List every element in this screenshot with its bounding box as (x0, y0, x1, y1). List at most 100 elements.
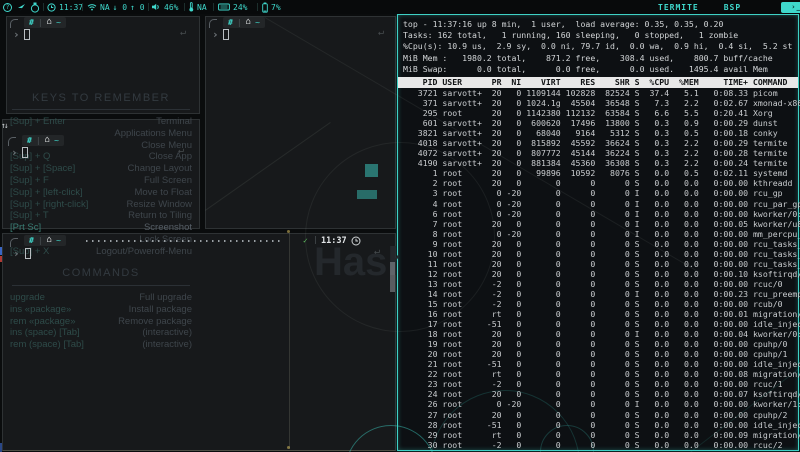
commands-cheatsheet: COMMANDS upgradeFull upgradeins «package… (10, 267, 192, 351)
cheatsheet-row: rem (space) [Tab](interactive) (10, 339, 192, 351)
process-row: 8 root 0 -20 0 0 0 I 0.0 0.0 0:00.00 mm_… (403, 229, 800, 239)
volume-segment: 46% (152, 0, 178, 14)
speaker-icon (152, 3, 161, 11)
prompt-corner (10, 238, 18, 247)
battery-icon (262, 2, 268, 13)
process-row: 2 root 20 0 0 0 0 S 0.0 0.0 0:00.00 kthr… (403, 178, 800, 188)
network-label: NA (100, 3, 110, 12)
prompt-fill-line (86, 240, 283, 242)
keyboard-icon (218, 3, 230, 11)
top-summary-line: top - 11:37:16 up 8 min, 1 user, load av… (403, 19, 792, 30)
prompt-arrow: › (13, 248, 20, 259)
top-summary-line: Tasks: 162 total, 1 running, 160 sleepin… (403, 30, 792, 41)
clock-value: 11:37 (59, 3, 83, 12)
battery-segment: 7% (262, 0, 281, 14)
process-row: 28 root -51 0 0 0 0 S 0.0 0.0 0:00.00 id… (403, 420, 800, 430)
wallpaper-mark (0, 443, 2, 452)
process-row: 19 root 20 0 0 0 0 S 0.0 0.0 0:00.00 cpu… (403, 339, 800, 349)
workspaces: TERMITE BSP (636, 0, 741, 14)
wallpaper-dot (287, 230, 290, 233)
process-row: 4 root 0 -20 0 0 0 I 0.0 0.0 0:00.00 rcu… (403, 199, 800, 209)
cursor-icon[interactable] (17, 0, 26, 14)
prompt-chip: # | ⌂ ~ (24, 235, 66, 246)
terminal-glyph: ›_ (781, 2, 800, 13)
process-row: 20 root 20 0 0 0 0 S 0.0 0.0 0:00.00 cpu… (403, 349, 800, 359)
process-row: 13 root -2 0 0 0 0 S 0.0 0.0 0:00.00 rcu… (403, 279, 800, 289)
prompt-chip: # | ⌂ ~ (22, 135, 64, 146)
process-row: 26 root 0 -20 0 0 0 I 0.0 0.0 0:00.00 kw… (403, 399, 800, 409)
top-summary-line: MiB Swap: 0.0 total, 0.0 free, 0.0 used.… (403, 64, 792, 75)
terminal-cursor (22, 147, 28, 158)
keyboard-value: 24% (233, 3, 247, 12)
cheatsheet-row: [Sup] + [left-click]Move to Float (10, 187, 192, 199)
process-row: 21 root -51 0 0 0 0 S 0.0 0.0 0:00.00 id… (403, 359, 800, 369)
timer-icon[interactable] (30, 0, 40, 14)
process-row: 23 root -2 0 0 0 0 S 0.0 0.0 0:00.00 rcu… (403, 379, 800, 389)
thermometer-icon (189, 2, 194, 12)
return-icon: ↵ (378, 27, 384, 38)
network-up: ↑ 0 (130, 3, 144, 12)
process-row: 14 root -2 0 0 0 0 I 0.0 0.0 0:00.23 rcu… (403, 289, 800, 299)
process-row: 9 root 20 0 0 0 0 S 0.0 0.0 0:00.00 rcu_… (403, 239, 800, 249)
keyboard-segment: 24% (218, 0, 247, 14)
volume-value: 46% (164, 3, 178, 12)
workspace-termite[interactable]: TERMITE (658, 3, 699, 12)
temperature-value: NA (197, 3, 207, 12)
process-row: 24 root 20 0 0 0 0 S 0.0 0.0 0:00.07 kso… (403, 389, 800, 399)
process-row: 295 root 20 0 1142380 112132 63584 S 6.6… (403, 108, 800, 118)
wallpaper-mark (0, 247, 2, 255)
process-row: 17 root -51 0 0 0 0 S 0.0 0.0 0:00.00 id… (403, 319, 800, 329)
process-row: 1 root 20 0 99896 10592 8076 S 0.0 0.5 0… (403, 168, 800, 178)
prompt-corner (8, 137, 16, 146)
return-icon: ↵ (374, 246, 380, 257)
prompt-time: 11:37 (321, 236, 347, 246)
process-row: 7 root 20 0 0 0 0 I 0.0 0.0 0:00.05 kwor… (403, 219, 800, 229)
home-icon: ⌂ (47, 18, 52, 27)
process-row: 27 root 20 0 0 0 0 S 0.0 0.0 0:00.00 cpu… (403, 410, 800, 420)
workspace-bsp[interactable]: BSP (724, 3, 741, 12)
process-row: 601 sarvott+ 20 0 600620 17496 13800 S 0… (403, 118, 800, 128)
terminal-cursor (223, 29, 229, 40)
swap-layout-icon: ↑↓ (1, 121, 7, 130)
prompt-path: ~ (56, 18, 61, 27)
status-bar: ? 11:37 NA ↓ 0 ↑ 0 46% NA 24% 7% TERMITE… (0, 0, 800, 14)
process-row: 11 root 20 0 0 0 0 S 0.0 0.0 0:00.00 rcu… (403, 259, 800, 269)
prompt-user: # (29, 18, 34, 27)
network-down: ↓ 0 (113, 3, 127, 12)
return-icon: ↵ (180, 27, 186, 38)
process-row: 371 sarvott+ 20 0 1024.1g 45504 36548 S … (403, 98, 800, 108)
process-table[interactable]: 3721 sarvott+ 20 0 1109144 102828 82524 … (403, 88, 800, 450)
cheatsheet-row: [Sup] + [right-click]Resize Window (10, 199, 192, 211)
home-icon: ⌂ (45, 136, 50, 145)
process-row: 4190 sarvott+ 20 0 881384 45360 36308 S … (403, 158, 800, 168)
process-row: 15 root -2 0 0 0 0 S 0.0 0.0 0:00.00 rcu… (403, 299, 800, 309)
clock-segment: 11:37 (47, 0, 83, 14)
active-workspace-chip[interactable]: ›_ (765, 0, 800, 14)
prompt-arrow: › (13, 29, 20, 40)
wallpaper-dot (287, 446, 290, 449)
cheatsheet-row: [Sup] + TReturn to Tiling (10, 210, 192, 222)
battery-value: 7% (271, 3, 281, 12)
process-row: 3721 sarvott+ 20 0 1109144 102828 82524 … (403, 88, 800, 98)
process-table-header: PID USER PR NI VIRT RES SHR S %CPU %MEM … (398, 77, 798, 88)
exit-status-check: ✓ (303, 236, 308, 245)
prompt-arrow: › (11, 147, 18, 158)
process-row: 4018 sarvott+ 20 0 815892 45592 36624 S … (403, 138, 800, 148)
process-row: 6 root 0 -20 0 0 0 I 0.0 0.0 0:00.00 kwo… (403, 209, 800, 219)
terminal-cursor (24, 29, 30, 40)
help-icon[interactable]: ? (3, 0, 12, 14)
process-row: 30 root -2 0 0 0 0 S 0.0 0.0 0:00.00 rcu… (403, 440, 800, 450)
cheatsheet-row: [Sup] + EnterTerminal (10, 116, 192, 128)
prompt-chip: # | ⌂ ~ (24, 17, 66, 28)
cheatsheet-row: ins (space) [Tab](interactive) (10, 327, 192, 339)
cheatsheet-row: [Sup] + QClose App (10, 151, 192, 163)
cheatsheet-row: ins «package»Install package (10, 304, 192, 316)
clock-icon (351, 236, 361, 246)
cheatsheet-row: [Sup] + XLogout/Poweroff-Menu (10, 246, 192, 258)
home-icon: ⌂ (47, 236, 52, 245)
prompt-chip: # | ⌂ ~ (223, 17, 265, 28)
network-segment: NA ↓ 0 ↑ 0 (87, 0, 145, 14)
cheatsheet-keys-title: KEYS TO REMEMBER (10, 92, 192, 104)
prompt-corner (10, 19, 18, 28)
cheatsheet-commands-title: COMMANDS (10, 267, 192, 279)
